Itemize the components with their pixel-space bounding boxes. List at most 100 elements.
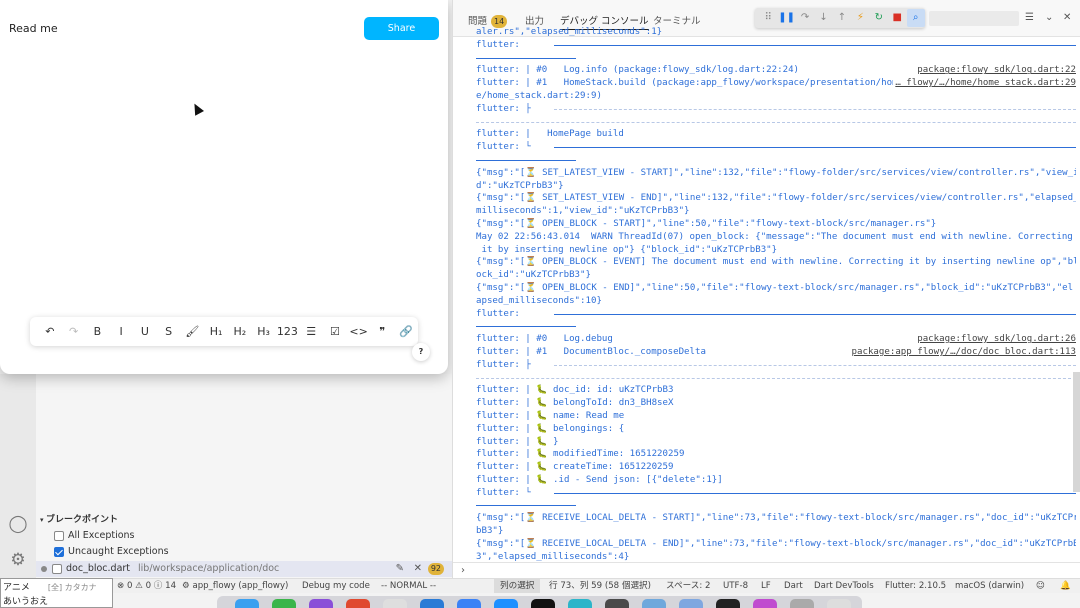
hot-reload-icon[interactable]: ⚡ <box>851 9 869 27</box>
flutter-version-status[interactable]: Flutter: 2.10.5 <box>885 579 946 593</box>
bell-icon[interactable]: 🔔 <box>1060 579 1071 593</box>
status-bar: ⊗ 0 ⚠ 0 ⓘ 14 ⚙ app_flowy (app_flowy) Deb… <box>0 578 1080 593</box>
cursor-position-status[interactable]: 行 73、列 59 (58 個選択) <box>549 579 651 593</box>
dock-app-icon[interactable] <box>383 599 407 608</box>
feedback-icon[interactable]: ☺ <box>1036 579 1045 593</box>
h2-icon[interactable]: H₂ <box>228 322 252 342</box>
console-line-text: flutter: | 🐛 .id - Send json: [{"delete"… <box>476 474 723 485</box>
indent-status[interactable]: スペース: 2 <box>666 579 710 593</box>
step-into-icon[interactable]: ↓ <box>814 9 832 27</box>
dock-app-icon[interactable] <box>753 599 777 608</box>
tab-terminal[interactable]: ターミナル <box>653 13 701 27</box>
macos-dock <box>217 596 862 608</box>
inspect-widget-icon[interactable]: ⌕ <box>906 9 925 27</box>
quote-icon[interactable]: ❞ <box>371 322 395 342</box>
restart-icon[interactable]: ↻ <box>870 9 888 27</box>
italic-icon[interactable]: I <box>109 322 133 342</box>
all-exceptions-row[interactable]: All Exceptions <box>54 528 135 544</box>
encoding-status[interactable]: UTF-8 <box>723 579 748 593</box>
console-line: {"msg":"[⏳ SET_LATEST_VIEW - END]","line… <box>476 192 1076 205</box>
strikethrough-icon[interactable]: S <box>157 322 181 342</box>
language-status[interactable]: Dart <box>784 579 803 593</box>
console-line: aler.rs","elapsed_milliseconds":1} <box>476 26 1076 39</box>
close-panel-icon[interactable]: ✕ <box>1063 12 1071 23</box>
dock-app-icon[interactable] <box>605 599 629 608</box>
pause-icon[interactable]: ❚❚ <box>777 9 795 27</box>
problems-status[interactable]: ⊗ 0 ⚠ 0 ⓘ 14 <box>117 579 176 593</box>
console-line <box>476 320 1076 333</box>
dashed-separator <box>476 377 1076 379</box>
console-line: May 02 22:56:43.014 WARN ThreadId(07) op… <box>476 231 1076 244</box>
console-line: flutter: | #1 DocumentBloc._composeDelta… <box>476 345 1076 359</box>
share-button[interactable]: Share <box>364 17 439 40</box>
ime-candidate-panel: アニメ [全] カタカナ あいうおえ <box>0 578 113 608</box>
account-icon[interactable]: ◯ <box>8 514 28 534</box>
selection-mode-status[interactable]: 列の選択 <box>494 579 541 593</box>
underline-icon[interactable]: U <box>133 322 157 342</box>
gear-icon[interactable]: ⚙ <box>8 550 28 570</box>
dock-app-icon[interactable] <box>420 599 444 608</box>
all-exceptions-checkbox[interactable] <box>54 531 64 541</box>
tab-output[interactable]: 出力 <box>525 13 544 27</box>
source-link[interactable]: …_flowy/…/home/home_stack.dart:29 <box>893 77 1076 90</box>
breakpoint-file-row[interactable]: doc_bloc.dart lib/workspace/application/… <box>36 561 452 577</box>
uncaught-exceptions-checkbox[interactable] <box>54 547 64 557</box>
console-filter-input[interactable] <box>929 11 1019 26</box>
console-line <box>476 372 1076 385</box>
drag-handle-icon[interactable]: ⠿ <box>759 9 777 27</box>
vim-mode-status: -- NORMAL -- <box>381 581 437 591</box>
code-icon[interactable]: <> <box>347 322 371 342</box>
highlight-icon[interactable]: 🖌 <box>181 322 205 342</box>
device-status[interactable]: macOS (darwin) <box>955 579 1024 593</box>
chevron-down-icon[interactable]: ⌄ <box>1045 12 1053 23</box>
redo-icon[interactable]: ↷ <box>62 322 86 342</box>
breakpoints-section-header[interactable]: ▾ ブレークポイント <box>36 512 452 528</box>
dock-app-icon[interactable] <box>272 599 296 608</box>
console-scrollbar[interactable] <box>1073 372 1080 492</box>
stop-icon[interactable]: ■ <box>888 9 906 27</box>
source-link[interactable]: package:app_flowy/…/doc/doc_bloc.dart:11… <box>849 345 1076 359</box>
h1-icon[interactable]: H₁ <box>204 322 228 342</box>
checkbox-icon[interactable]: ☑ <box>323 322 347 342</box>
dock-app-icon[interactable] <box>309 599 333 608</box>
debug-my-code-status[interactable]: Debug my code <box>302 579 370 593</box>
dock-app-icon[interactable] <box>642 599 666 608</box>
debug-target-status[interactable]: ⚙ app_flowy (app_flowy) <box>182 579 288 593</box>
list-filter-icon[interactable]: ☰ <box>1025 12 1034 23</box>
dock-app-icon[interactable] <box>531 599 555 608</box>
uncaught-exceptions-row[interactable]: Uncaught Exceptions <box>54 544 169 560</box>
dock-app-icon[interactable] <box>790 599 814 608</box>
bullet-list-icon[interactable]: ☰ <box>299 322 323 342</box>
numbered-list-icon[interactable]: 123 <box>276 322 300 342</box>
dock-app-icon[interactable] <box>827 599 851 608</box>
appflowy-window: Read me Share ↶ ↷ B I U S 🖌 H₁ H₂ H₃ 123 ☰ ☑ <> ❞ 🔗 ? <box>0 0 448 374</box>
console-line-text: May 02 22:56:43.014 WARN ThreadId(07) op… <box>476 231 1073 242</box>
dock-app-icon[interactable] <box>679 599 703 608</box>
dock-app-icon[interactable] <box>346 599 370 608</box>
dock-app-icon[interactable] <box>494 599 518 608</box>
link-icon[interactable]: 🔗 <box>394 322 418 342</box>
close-icon[interactable]: ✕ <box>414 561 422 577</box>
ime-candidate[interactable]: あいうおえ <box>3 594 48 607</box>
console-line-text: {"msg":"[⏳ OPEN_BLOCK - START]","line":5… <box>476 218 937 229</box>
dock-app-icon[interactable] <box>716 599 740 608</box>
undo-icon[interactable]: ↶ <box>38 322 62 342</box>
step-out-icon[interactable]: ↑ <box>833 9 851 27</box>
source-link[interactable]: package:flowy_sdk/log.dart:26 <box>915 333 1076 346</box>
dock-app-icon[interactable] <box>457 599 481 608</box>
step-over-icon[interactable]: ↷ <box>796 9 814 27</box>
h3-icon[interactable]: H₃ <box>252 322 276 342</box>
console-input[interactable]: › <box>453 562 1080 578</box>
console-line: apsed_milliseconds":10} <box>476 295 1076 308</box>
edit-pencil-icon[interactable]: ✎ <box>396 561 404 577</box>
breakpoint-file-checkbox[interactable] <box>52 564 62 574</box>
separator-line <box>476 326 576 328</box>
console-line: flutter: | 🐛 name: Read me <box>476 410 1076 423</box>
devtools-status[interactable]: Dart DevTools <box>814 579 874 593</box>
source-link[interactable]: package:flowy_sdk/log.dart:22 <box>915 64 1076 78</box>
dock-app-icon[interactable] <box>235 599 259 608</box>
dock-app-icon[interactable] <box>568 599 592 608</box>
bold-icon[interactable]: B <box>86 322 110 342</box>
help-button[interactable]: ? <box>412 343 430 361</box>
eol-status[interactable]: LF <box>761 579 771 593</box>
